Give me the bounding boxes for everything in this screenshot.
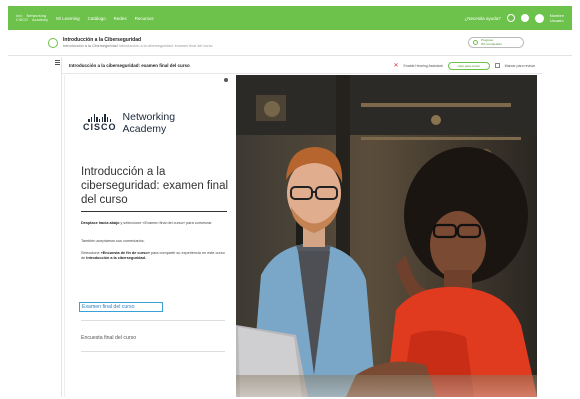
cisco-networking-academy-logo: CISCO Networking Academy (83, 111, 175, 135)
final-survey-link[interactable]: Encuesta final del curso (81, 335, 136, 341)
sidebar (53, 57, 62, 397)
nav-item-catalog[interactable]: Catálogo (88, 16, 106, 21)
progress-labels: Progreso 0% completado (481, 38, 502, 46)
people-at-laptop-image (236, 75, 537, 397)
course-titles: Introducción a la Ciberseguridad Introdu… (63, 37, 213, 48)
user-menu[interactable]: Nombre Usuario (550, 13, 564, 23)
gear-icon[interactable] (520, 14, 529, 22)
hearing-assistant-label: Enable Hearing Assistant (403, 63, 443, 68)
instruction-bold: Desplace hacia abajo (81, 221, 120, 225)
breadcrumb: Introducción a la Ciberseguridad Introdu… (63, 44, 213, 48)
cisco-wordmark: CISCO (83, 122, 117, 132)
top-navigation-bar: ılıılı Networking CISCO Academy Mi Learnin… (8, 6, 572, 30)
lesson-title: Introducción a la ciberseguridad: examen… (69, 63, 190, 68)
course-icon (48, 37, 58, 48)
review-label: Marcar para revisar (504, 63, 535, 68)
survey-pre: Seleccione (81, 251, 101, 255)
content-card: CISCO Networking Academy Introducción a … (64, 75, 236, 397)
progress-icon (473, 40, 478, 45)
user-role: Usuario (549, 18, 564, 23)
close-icon[interactable]: ✕ (394, 63, 399, 69)
topbar-right: ¿Necesita ayuda? Nombre Usuario (464, 13, 564, 23)
instruction-text: Desplace hacia abajo y seleccione «Exame… (81, 221, 227, 226)
final-exam-link[interactable]: Examen final del curso (79, 302, 163, 312)
cisco-bars-icon (88, 114, 112, 122)
hero-photo (236, 75, 537, 397)
ready-button[interactable]: Listo para enviar (447, 61, 490, 70)
logo-cisco: CISCO (16, 18, 29, 22)
netacad-logo[interactable]: ılıılı Networking CISCO Academy (16, 14, 48, 22)
main-nav: Mi Learning Catálogo Redes Recursos (56, 16, 154, 21)
wordmark-networking: Networking (122, 111, 176, 123)
avatar[interactable] (534, 13, 544, 23)
lesson-actions: ✕ Enable Hearing Assistant Listo para en… (394, 61, 535, 70)
course-header: Introducción a la Ciberseguridad Introdu… (8, 30, 572, 56)
survey-bold-1: «Encuesta de fin de curso» (100, 251, 150, 255)
lesson-bar: Introducción a la ciberseguridad: examen… (62, 58, 542, 74)
progress-value: 0% completado (481, 41, 502, 46)
breadcrumb-course[interactable]: Introducción a la Ciberseguridad (63, 44, 118, 48)
survey-text: Seleccione «Encuesta de fin de curso» pa… (81, 251, 227, 261)
breadcrumb-lesson[interactable]: Introducción a la ciberseguridad: examen… (119, 44, 213, 48)
nav-item-learning[interactable]: Mi Learning (56, 16, 80, 21)
question-icon[interactable] (506, 14, 515, 22)
nav-item-network[interactable]: Redes (114, 16, 127, 21)
course-title: Introducción a la Ciberseguridad (63, 37, 142, 43)
help-link[interactable]: ¿Necesita ayuda? (464, 16, 500, 21)
feedback-text: También aceptamos sus comentarios. (81, 239, 145, 243)
divider (81, 320, 225, 321)
wordmark-academy: Academy (122, 123, 167, 135)
review-checkbox[interactable] (494, 63, 500, 68)
instruction-rest: y seleccione «Examen final del curso» pa… (119, 221, 213, 225)
hamburger-icon[interactable] (54, 60, 60, 65)
progress-pill[interactable]: Progreso 0% completado (468, 37, 524, 48)
page-title: Introducción a la ciberseguridad: examen… (81, 166, 229, 206)
title-divider (81, 211, 227, 212)
nav-item-resources[interactable]: Recursos (135, 16, 154, 21)
survey-bold-2: Introducción a la ciberseguridad. (86, 256, 146, 261)
divider (81, 351, 225, 352)
logo-academy: Academy (32, 18, 49, 22)
cisco-logo: CISCO (83, 114, 117, 132)
more-options-icon[interactable] (224, 78, 228, 82)
networking-academy-wordmark: Networking Academy (123, 111, 176, 135)
